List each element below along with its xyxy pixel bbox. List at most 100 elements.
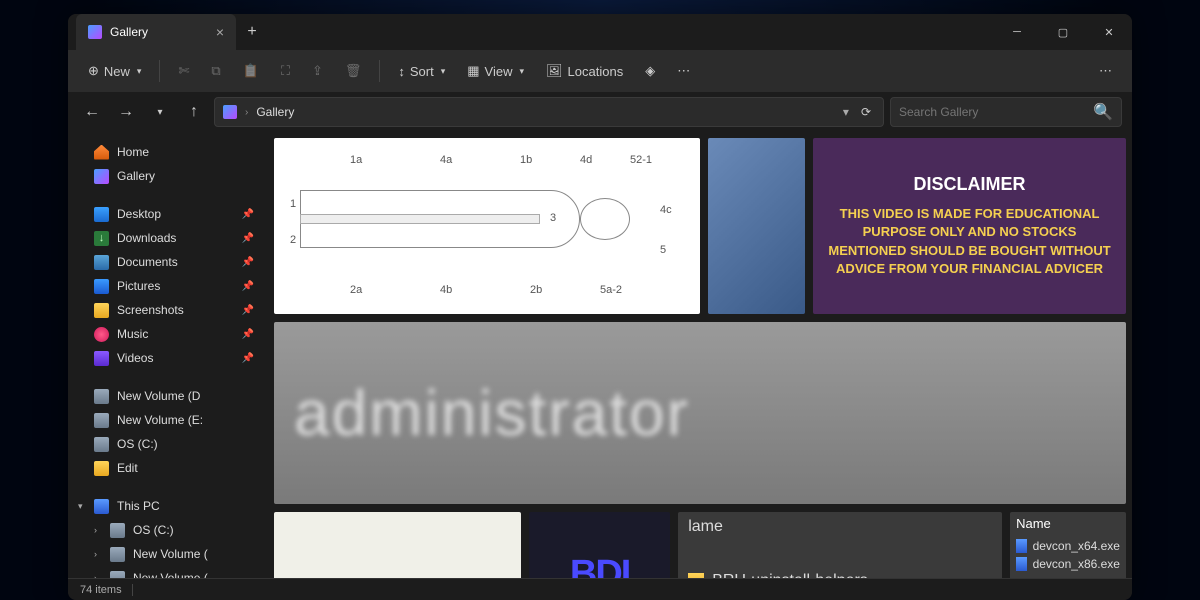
pin-icon[interactable]: 📌: [242, 305, 254, 316]
location-icon: 🖼: [546, 63, 563, 79]
sidebar-item-home[interactable]: Home: [72, 140, 264, 164]
thumbnail-bru-logo[interactable]: BDI: [529, 512, 670, 578]
cut-icon: ✄: [178, 63, 189, 79]
sort-icon: ↕: [398, 64, 405, 79]
new-label: New: [104, 64, 130, 79]
chevron-right-icon[interactable]: ›: [94, 525, 97, 535]
up-button[interactable]: ↑: [180, 98, 208, 126]
sidebar-item-pc-vol1[interactable]: › New Volume (: [72, 542, 264, 566]
sidebar-item-downloads[interactable]: Downloads 📌: [72, 226, 264, 250]
sidebar-item-label: Desktop: [117, 207, 161, 221]
sidebar-item-gallery[interactable]: Gallery: [72, 164, 264, 188]
refresh-button[interactable]: ⟳: [857, 105, 875, 119]
pin-icon[interactable]: 📌: [242, 233, 254, 244]
close-button[interactable]: ✕: [1086, 14, 1132, 50]
maximize-button[interactable]: ▢: [1040, 14, 1086, 50]
address-dropdown[interactable]: ▾: [843, 105, 849, 119]
address-bar[interactable]: › Gallery ▾ ⟳: [214, 97, 884, 127]
sidebar: Home Gallery Desktop 📌 Downloads 📌 Documen…: [68, 132, 268, 578]
sidebar-item-pc-vol2[interactable]: › New Volume (: [72, 566, 264, 578]
disk-icon: [110, 571, 125, 579]
minimize-button[interactable]: ─: [994, 14, 1040, 50]
thumbnail-file-list[interactable]: Name devcon_x64.exe devcon_x86.exe: [1010, 512, 1126, 578]
thumbnail-diagram[interactable]: 1a 1b 4d 52-1 4a 1 3 4c 2 5 2a 4b 2b 5a-…: [274, 138, 700, 314]
delete-button[interactable]: 🗑: [337, 59, 370, 83]
chevron-right-icon: ›: [245, 107, 248, 118]
background-button[interactable]: ◈: [637, 59, 663, 83]
sidebar-item-videos[interactable]: Videos 📌: [72, 346, 264, 370]
sidebar-item-os-c[interactable]: OS (C:): [72, 432, 264, 456]
gallery-icon: [223, 105, 237, 119]
thumbnail-photo[interactable]: [708, 138, 806, 314]
chevron-right-icon[interactable]: ›: [94, 549, 97, 559]
pin-icon[interactable]: 📌: [242, 209, 254, 220]
sidebar-item-music[interactable]: Music 📌: [72, 322, 264, 346]
share-button[interactable]: ⇪: [304, 59, 331, 83]
separator: [132, 584, 133, 596]
search-input[interactable]: [899, 105, 1093, 119]
thumbnail-table[interactable]: [274, 512, 521, 578]
sidebar-item-pictures[interactable]: Pictures📌: [72, 274, 264, 298]
sidebar-item-label: New Volume (D: [117, 389, 200, 403]
chevron-down-icon[interactable]: ▾: [78, 501, 83, 512]
search-icon: 🔍: [1093, 102, 1113, 122]
new-tab-button[interactable]: +: [236, 14, 268, 50]
copy-button[interactable]: ⧉: [203, 59, 228, 83]
exe-icon: [1016, 539, 1027, 553]
cut-button[interactable]: ✄: [170, 59, 197, 83]
pin-icon[interactable]: 📌: [242, 353, 254, 364]
sort-button[interactable]: ↕ Sort ▾: [390, 60, 453, 83]
locations-button[interactable]: 🖼 Locations: [538, 59, 631, 83]
overflow-button[interactable]: ⋯: [1091, 59, 1120, 83]
thumbnail-administrator[interactable]: administrator: [274, 322, 1126, 504]
sidebar-item-label: Edit: [117, 461, 138, 475]
background-icon: ◈: [645, 63, 655, 79]
sidebar-item-documents[interactable]: Documents📌: [72, 250, 264, 274]
disk-icon: [94, 389, 109, 404]
pin-icon[interactable]: 📌: [242, 257, 254, 268]
sidebar-item-label: Music: [117, 327, 148, 341]
breadcrumb-segment[interactable]: Gallery: [256, 105, 294, 119]
more-icon: ⋯: [677, 63, 690, 79]
forward-button[interactable]: →: [112, 98, 140, 126]
bru-text: BDI: [570, 553, 629, 578]
new-button[interactable]: ⊕ New ▾: [80, 59, 149, 83]
desktop-icon: [94, 207, 109, 222]
chevron-down-icon: ▾: [137, 66, 142, 77]
sidebar-item-screenshots[interactable]: Screenshots📌: [72, 298, 264, 322]
rename-button[interactable]: ⛶: [273, 59, 298, 83]
thumbnail-disclaimer[interactable]: DISCLAIMER THIS VIDEO IS MADE FOR EDUCAT…: [813, 138, 1126, 314]
search-box[interactable]: 🔍: [890, 97, 1122, 127]
window-controls: ─ ▢ ✕: [994, 14, 1132, 50]
sidebar-item-pc-os-c[interactable]: ›OS (C:): [72, 518, 264, 542]
pin-icon[interactable]: 📌: [242, 281, 254, 292]
sidebar-item-label: New Volume (: [133, 547, 208, 561]
tab-gallery[interactable]: Gallery ×: [76, 14, 236, 50]
navigation-bar: ← → ▾ ↑ › Gallery ▾ ⟳ 🔍: [68, 92, 1132, 132]
pictures-icon: [94, 279, 109, 294]
body: Home Gallery Desktop 📌 Downloads 📌 Documen…: [68, 132, 1132, 578]
sidebar-item-volume-d[interactable]: New Volume (D: [72, 384, 264, 408]
view-button[interactable]: ▦ View ▾: [459, 59, 532, 83]
sidebar-item-label: Videos: [117, 351, 153, 365]
thumbnail-folder-view[interactable]: lame BRU-uninstall-helpers: [678, 512, 1002, 578]
sidebar-item-label: Downloads: [117, 231, 176, 245]
sidebar-item-this-pc[interactable]: ▾This PC: [72, 494, 264, 518]
share-icon: ⇪: [312, 63, 323, 79]
thumbnail-row: administrator: [274, 322, 1126, 504]
back-button[interactable]: ←: [78, 98, 106, 126]
sidebar-item-label: New Volume (: [133, 571, 208, 578]
sidebar-item-edit[interactable]: Edit: [72, 456, 264, 480]
sidebar-item-desktop[interactable]: Desktop 📌: [72, 202, 264, 226]
paste-button[interactable]: 📋: [235, 59, 267, 83]
home-icon: [94, 145, 109, 160]
sidebar-item-volume-e[interactable]: New Volume (E:: [72, 408, 264, 432]
close-tab-icon[interactable]: ×: [216, 24, 224, 40]
gallery-icon: [88, 25, 102, 39]
file-explorer-window: Gallery × + ─ ▢ ✕ ⊕ New ▾ ✄ ⧉ 📋 ⛶ ⇪ 🗑 ↕ …: [68, 14, 1132, 600]
pin-icon[interactable]: 📌: [242, 329, 254, 340]
more-button[interactable]: ⋯: [669, 59, 698, 83]
chevron-right-icon[interactable]: ›: [94, 573, 97, 578]
recent-button[interactable]: ▾: [146, 98, 174, 126]
sidebar-item-label: Home: [117, 145, 149, 159]
